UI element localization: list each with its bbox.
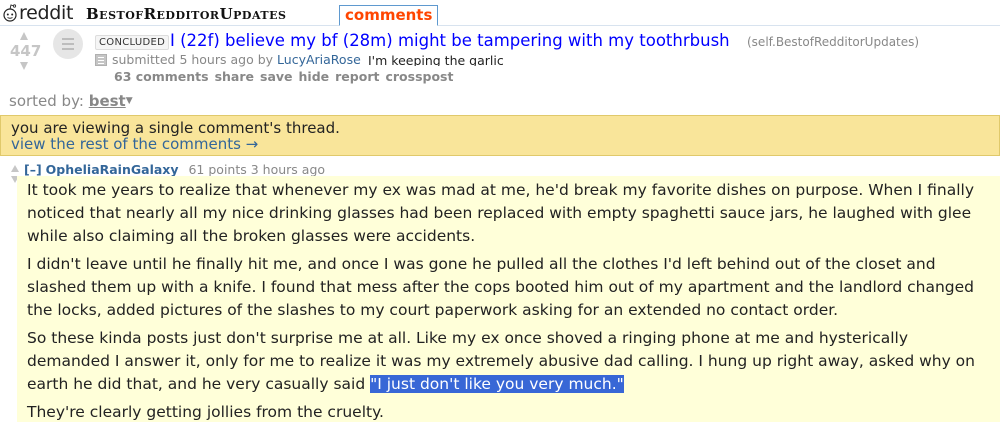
post-vote: 447 (10, 30, 42, 70)
post-tagline: submitted 5 hours ago by LucyAriaRose (112, 52, 361, 67)
post-score: 447 (10, 42, 42, 60)
collapse-button[interactable]: [–] (24, 162, 42, 177)
view-rest-link[interactable]: view the rest of the comments → (11, 136, 999, 153)
expand-text-icon[interactable] (95, 54, 107, 66)
comment-upvote-icon[interactable] (11, 165, 19, 172)
comment-paragraph: So these kinda posts just don't surprise… (27, 327, 990, 396)
comment-time: 3 hours ago (250, 162, 326, 177)
downvote-icon[interactable] (20, 62, 28, 70)
by-label: by (257, 52, 274, 67)
upvote-icon[interactable] (20, 32, 28, 40)
post-preview-text: I'm keeping the garlic (368, 53, 504, 66)
notice-text: you are viewing a single comment's threa… (11, 119, 340, 137)
sort-selected[interactable]: best (89, 92, 126, 110)
sort-menu: sorted by: best▼ (9, 92, 133, 110)
post-domain[interactable]: (self.BestofRedditorUpdates) (747, 35, 919, 49)
subreddit-name[interactable]: BestofRedditorUpdates (86, 4, 286, 24)
dropdown-caret-icon[interactable]: ▼ (126, 96, 133, 106)
comments-link[interactable]: 63 comments (114, 69, 209, 84)
post-author[interactable]: LucyAriaRose (277, 52, 361, 67)
save-button[interactable]: save (260, 69, 293, 84)
submitted-label: submitted (112, 52, 176, 67)
post-buttons: 63 comments share save hide report crosspost (114, 69, 459, 84)
crosspost-button[interactable]: crosspost (385, 69, 453, 84)
comment-paragraph: They're clearly getting jollies from the… (27, 403, 384, 421)
sort-label: sorted by: (9, 92, 84, 110)
report-button[interactable]: report (335, 69, 379, 84)
site-header: reddit BestofRedditorUpdates comments (0, 0, 1000, 26)
comment-points: 61 points (188, 162, 247, 177)
highlighted-selection: "I just don't like you very much." (370, 375, 624, 393)
comment-header: [–] OpheliaRainGalaxy 61 points 3 hours … (24, 162, 325, 177)
hide-button[interactable]: hide (299, 69, 330, 84)
reddit-alien-icon[interactable] (2, 2, 18, 24)
post-flair: CONCLUDED (95, 35, 170, 50)
comment-paragraph: It took me years to realize that wheneve… (27, 181, 975, 245)
single-thread-notice: you are viewing a single comment's threa… (0, 115, 1000, 156)
comment-author[interactable]: OpheliaRainGalaxy (46, 162, 179, 177)
tab-comments[interactable]: comments (339, 5, 439, 26)
self-post-thumbnail-icon[interactable] (53, 29, 83, 59)
comment-paragraph: I didn't leave until he finally hit me, … (27, 255, 975, 319)
reddit-logo-text[interactable]: reddit (19, 2, 73, 24)
comment-body: It took me years to realize that wheneve… (17, 176, 1000, 422)
post-title[interactable]: I (22f) believe my bf (28m) might be tam… (170, 30, 730, 52)
share-button[interactable]: share (215, 69, 254, 84)
post-time: 5 hours ago (179, 52, 254, 67)
